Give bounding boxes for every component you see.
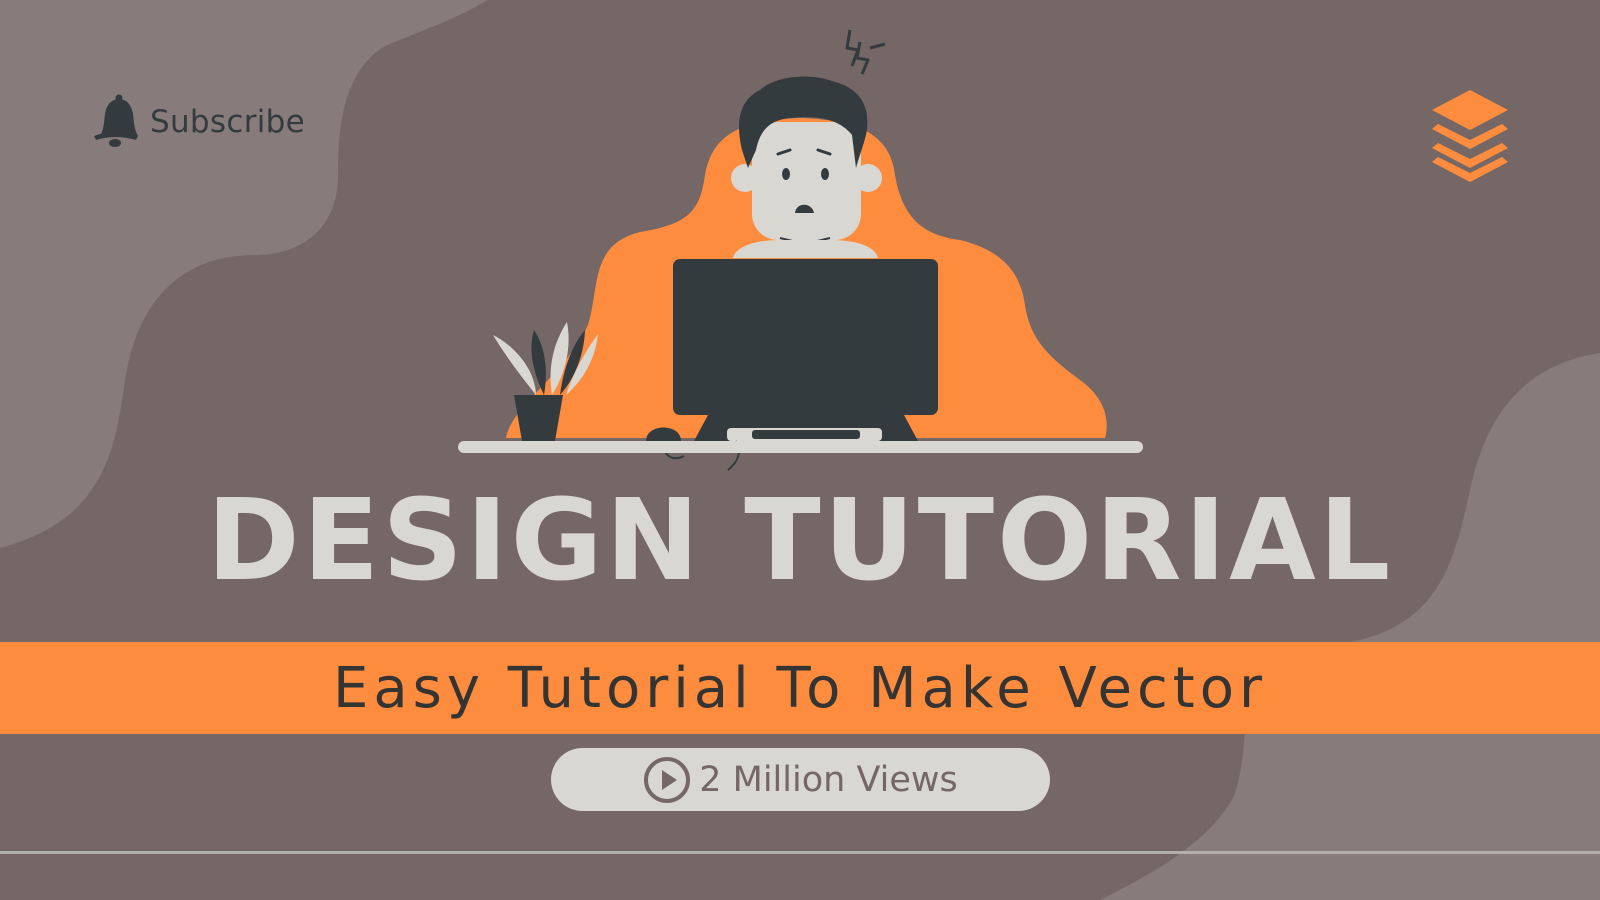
page-title: DESIGN TUTORIAL	[206, 476, 1394, 606]
views-label: 2 Million Views	[699, 759, 958, 800]
subtitle-banner: Easy Tutorial To Make Vector	[0, 642, 1600, 734]
subtitle: Easy Tutorial To Make Vector	[332, 655, 1267, 721]
stress-bolts	[845, 29, 886, 75]
divider	[0, 851, 1600, 854]
play-circle-icon	[643, 756, 691, 804]
views-badge[interactable]: 2 Million Views	[551, 748, 1050, 811]
